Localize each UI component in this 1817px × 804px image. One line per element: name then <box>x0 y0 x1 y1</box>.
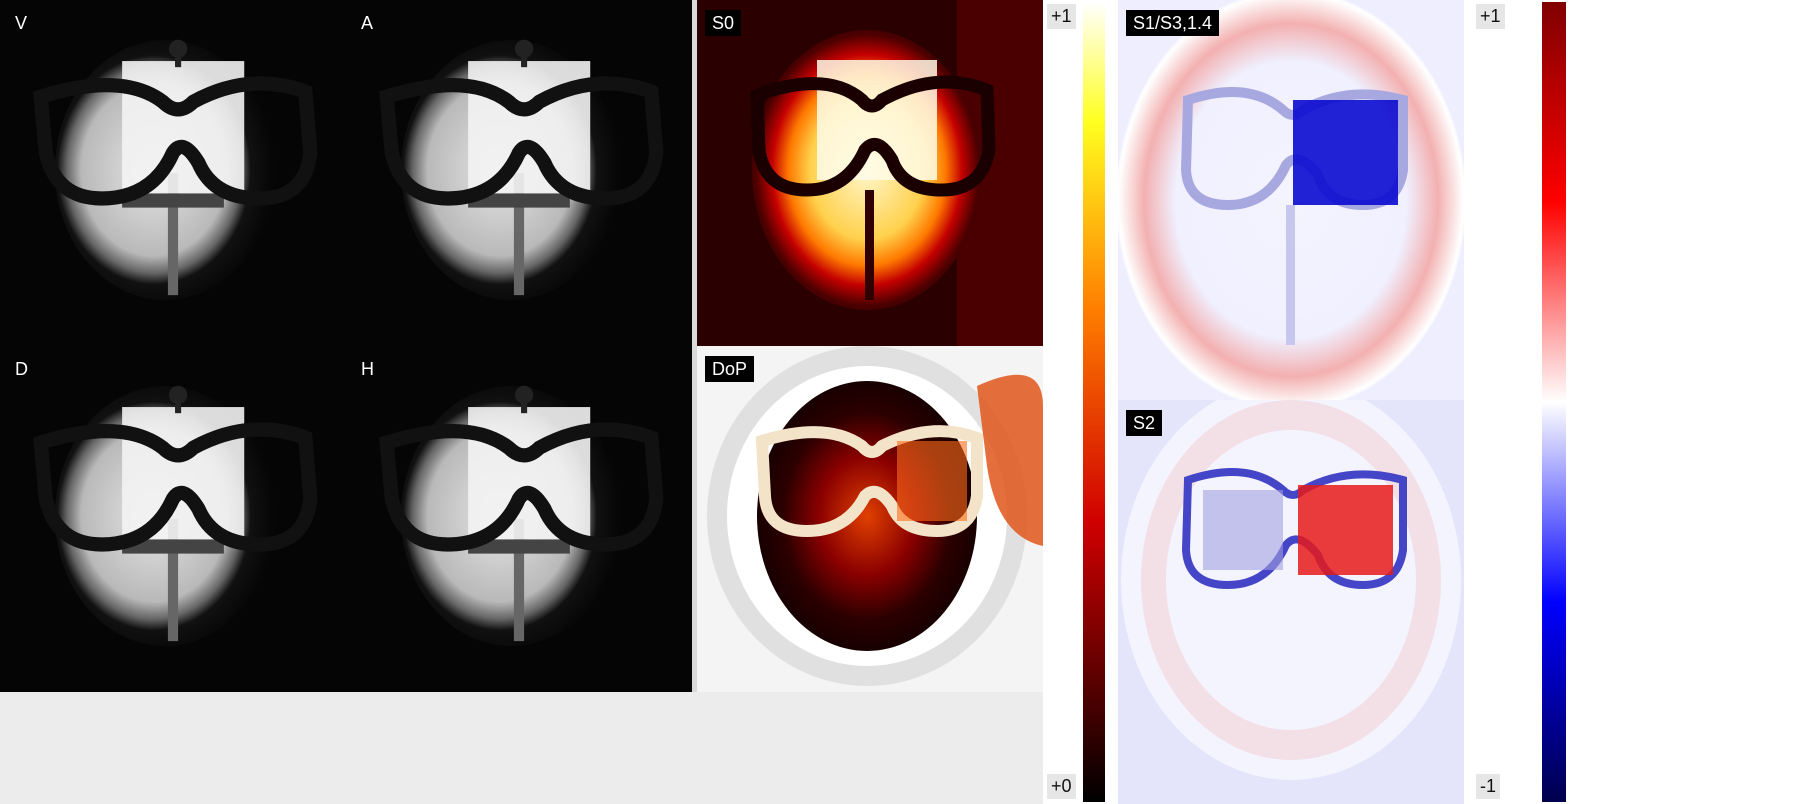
grayscale-image <box>346 0 692 346</box>
image-panel-v: V <box>0 0 346 346</box>
image-panel-h: H <box>346 346 692 692</box>
diverging-image <box>1118 400 1464 804</box>
image-panel-a: A <box>346 0 692 346</box>
diverging-image <box>1118 0 1464 400</box>
panel-label: H <box>361 359 374 379</box>
colorbar-max-label: +1 <box>1476 4 1505 29</box>
panel-label: D <box>15 359 28 379</box>
panel-label: DoP <box>705 356 755 382</box>
heatmap-image <box>697 346 1043 692</box>
heatmap-image <box>697 0 1043 346</box>
image-panel-s0: S0 <box>697 0 1043 346</box>
colorbar-max-label: +1 <box>1047 4 1076 29</box>
image-panel-s2: S2 <box>1118 400 1464 804</box>
colorbar-min-label: +0 <box>1047 774 1076 799</box>
panel-label: S1/S3,1.4 <box>1126 10 1220 36</box>
bottom-strip <box>0 692 1043 804</box>
image-panel-d: D <box>0 346 346 692</box>
grayscale-image <box>0 0 346 346</box>
panel-label: A <box>361 13 374 33</box>
panel-label: V <box>15 13 28 33</box>
grayscale-image <box>346 346 692 692</box>
colorbar-heat: +1 +0 <box>1043 0 1118 804</box>
colorbar-diverging: +1 -1 <box>1464 0 1817 804</box>
panel-label: S0 <box>705 10 742 36</box>
grayscale-image <box>0 346 346 692</box>
panel-label: S2 <box>1126 410 1163 436</box>
colorbar-min-label: -1 <box>1476 774 1501 799</box>
image-panel-s1-s3: S1/S3,1.4 <box>1118 0 1464 400</box>
image-panel-dop: DoP <box>697 346 1043 692</box>
